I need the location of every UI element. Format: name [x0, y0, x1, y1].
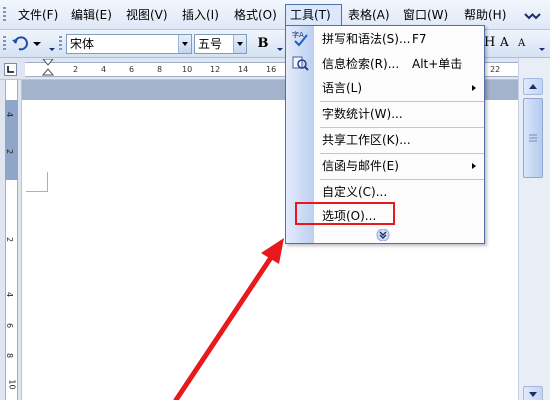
word-window: 文件(F) 编辑(E) 视图(V) 插入(I) 格式(O) 工具(T) 表格(A…	[0, 0, 550, 400]
options-highlight-box	[295, 202, 395, 225]
menu-item-shortcut: F7	[412, 32, 427, 46]
menu-item-word-count[interactable]: 字数统计(W)...	[314, 103, 484, 125]
menu-format[interactable]: 格式(O)	[230, 4, 281, 26]
menu-item-language[interactable]: 语言(L)	[314, 77, 484, 99]
ruler-number: 10	[182, 65, 193, 74]
menu-item-research[interactable]: 信息检索(R)... Alt+单击	[314, 53, 484, 75]
ruler-number: 14	[238, 65, 249, 74]
menu-item-label: 字数统计(W)...	[322, 107, 403, 121]
vertical-scrollbar[interactable]	[518, 58, 550, 400]
vertical-ruler-number: 2	[5, 148, 15, 155]
svg-text:字A: 字A	[292, 30, 304, 39]
indent-marker-icon[interactable]	[42, 59, 54, 81]
vertical-ruler-number: 10	[7, 379, 17, 390]
menu-table[interactable]: 表格(A)	[344, 4, 394, 26]
font-size-combo[interactable]: 五号	[194, 34, 247, 54]
scroll-up-button[interactable]	[523, 78, 543, 95]
vertical-ruler-number: 8	[5, 352, 15, 359]
toolbar-grip[interactable]	[3, 36, 6, 52]
bold-button[interactable]: B	[254, 35, 272, 53]
vertical-ruler: 4 2 2 4 6 8 10	[0, 80, 22, 400]
menu-item-shared-workspace[interactable]: 共享工作区(K)...	[314, 129, 484, 151]
menu-item-letters-mailings[interactable]: 信函与邮件(E)	[314, 155, 484, 177]
menu-insert[interactable]: 插入(I)	[178, 4, 223, 26]
menu-item-label: 信函与邮件(E)	[322, 159, 399, 173]
font-size-dropdown-icon[interactable]	[233, 35, 246, 53]
vertical-ruler-number: 4	[5, 111, 15, 118]
menu-item-shortcut: Alt+单击	[412, 57, 463, 71]
vertical-ruler-number: 6	[5, 322, 15, 329]
toolbar-grip-2[interactable]	[59, 36, 62, 52]
double-chevron-down-icon[interactable]	[376, 229, 390, 241]
vertical-ruler-number: 4	[5, 291, 15, 298]
menu-separator	[320, 153, 484, 154]
menu-file[interactable]: 文件(F)	[14, 4, 62, 26]
ruler-number: 12	[210, 65, 221, 74]
scroll-thumb[interactable]	[523, 98, 543, 178]
shrink-font-button[interactable]: A	[518, 38, 536, 56]
ruler-number: 4	[101, 65, 107, 74]
ruler-number: 8	[157, 65, 163, 74]
ruler-number: 6	[129, 65, 135, 74]
font-name-dropdown-icon[interactable]	[178, 35, 191, 53]
submenu-arrow-icon	[472, 163, 476, 169]
spell-check-icon: 字A	[292, 30, 308, 47]
font-name-value: 宋体	[70, 37, 95, 51]
research-icon	[292, 56, 309, 71]
font-name-combo[interactable]: 宋体	[66, 34, 192, 54]
more-buttons-icon-3[interactable]	[538, 36, 546, 52]
toolbar-options-icon[interactable]	[522, 6, 546, 26]
menu-item-customize[interactable]: 自定义(C)...	[314, 181, 484, 203]
menu-item-label: 自定义(C)...	[322, 185, 388, 199]
menu-item-label: 拼写和语法(S)...	[322, 32, 411, 46]
scroll-down-button[interactable]	[523, 386, 543, 400]
page-margin-corner	[26, 172, 48, 192]
menu-item-spelling[interactable]: 拼写和语法(S)... F7	[314, 28, 484, 50]
vertical-ruler-number: 2	[5, 236, 15, 243]
ruler-number: 22	[490, 65, 501, 74]
grow-font-button[interactable]: A	[500, 35, 518, 53]
menu-window[interactable]: 窗口(W)	[399, 4, 452, 26]
menubar-grip[interactable]	[3, 7, 6, 23]
more-buttons-icon-2[interactable]	[276, 36, 284, 52]
submenu-arrow-icon	[472, 85, 476, 91]
menu-separator	[320, 101, 484, 102]
menu-tools[interactable]: 工具(T)	[285, 4, 342, 26]
undo-dropdown-icon[interactable]	[32, 39, 42, 49]
menu-help[interactable]: 帮助(H)	[460, 4, 510, 26]
arrow-up-icon	[529, 84, 537, 89]
ruler-number: 16	[266, 65, 277, 74]
menu-item-label: 共享工作区(K)...	[322, 133, 411, 147]
arrow-down-icon	[529, 392, 537, 397]
menu-item-label: 语言(L)	[322, 81, 363, 95]
more-buttons-icon[interactable]	[48, 36, 56, 52]
tab-stop-selector[interactable]	[4, 63, 17, 76]
font-size-value: 五号	[198, 37, 223, 51]
menu-item-label: 信息检索(R)...	[322, 57, 400, 71]
ruler-number: 2	[73, 65, 79, 74]
undo-icon[interactable]	[10, 34, 30, 54]
menu-separator	[320, 179, 484, 180]
left-tab-icon	[7, 66, 14, 73]
grip-lines-icon	[529, 134, 537, 142]
menu-edit[interactable]: 编辑(E)	[67, 4, 116, 26]
menu-view[interactable]: 视图(V)	[122, 4, 172, 26]
menu-separator	[320, 127, 484, 128]
